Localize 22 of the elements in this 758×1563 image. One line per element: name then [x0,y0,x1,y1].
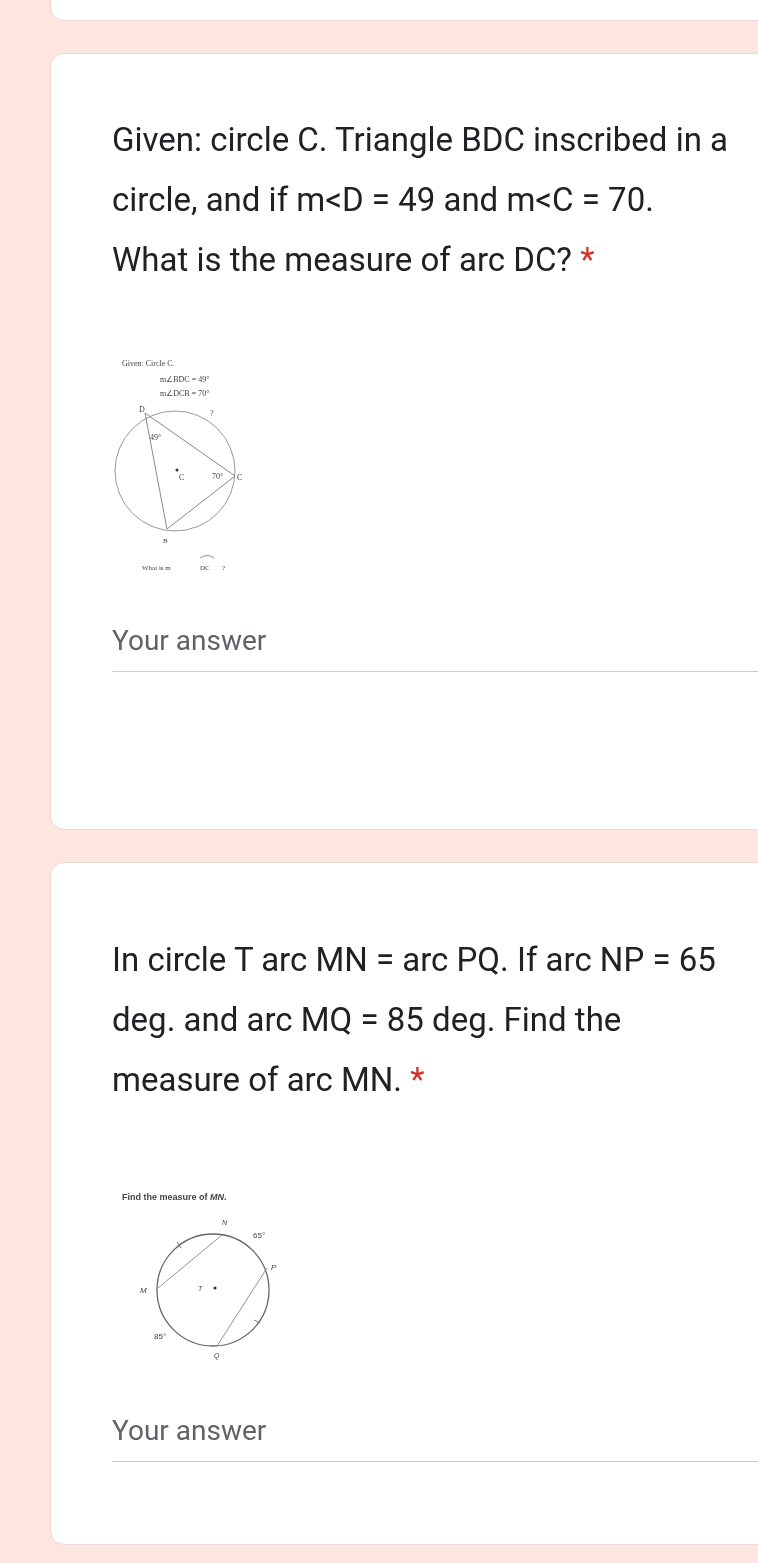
angle-label: 49° [150,433,162,442]
point-label: D [139,405,145,414]
tick-mark [253,1319,261,1324]
arc-label: 65° [253,1231,266,1240]
figure-title: Given: Circle C. [122,359,175,368]
arc-label: ? [210,409,214,418]
point-label: M [140,1286,147,1295]
answer-field[interactable]: Your answer [112,624,758,672]
angle-label: 70° [212,472,224,481]
point-label: P [271,1263,277,1272]
point-label: C [179,473,185,482]
center-dot [175,468,179,472]
question-text: Given: circle C. Triangle BDC inscribed in a circle, and if m<D = 49 and m<C = 70. What is the measure of arc DC? * [112,119,729,281]
figure-given: m∠BDC = 49° [160,375,210,384]
answer-field[interactable]: Your answer [112,1414,758,1462]
tick-mark [176,1241,182,1249]
figure-given: m∠DCB = 70° [160,389,210,398]
arc-label: 85° [154,1332,167,1341]
center-dot [213,1286,217,1290]
point-label: C [237,473,243,482]
figure-title: Find the measure of MN. [122,1192,227,1202]
question-text: In circle T arc MN = arc PQ. If arc NP = 65 deg. and arc MQ = 85 deg. Find the measure of arc MN. * [112,939,717,1101]
